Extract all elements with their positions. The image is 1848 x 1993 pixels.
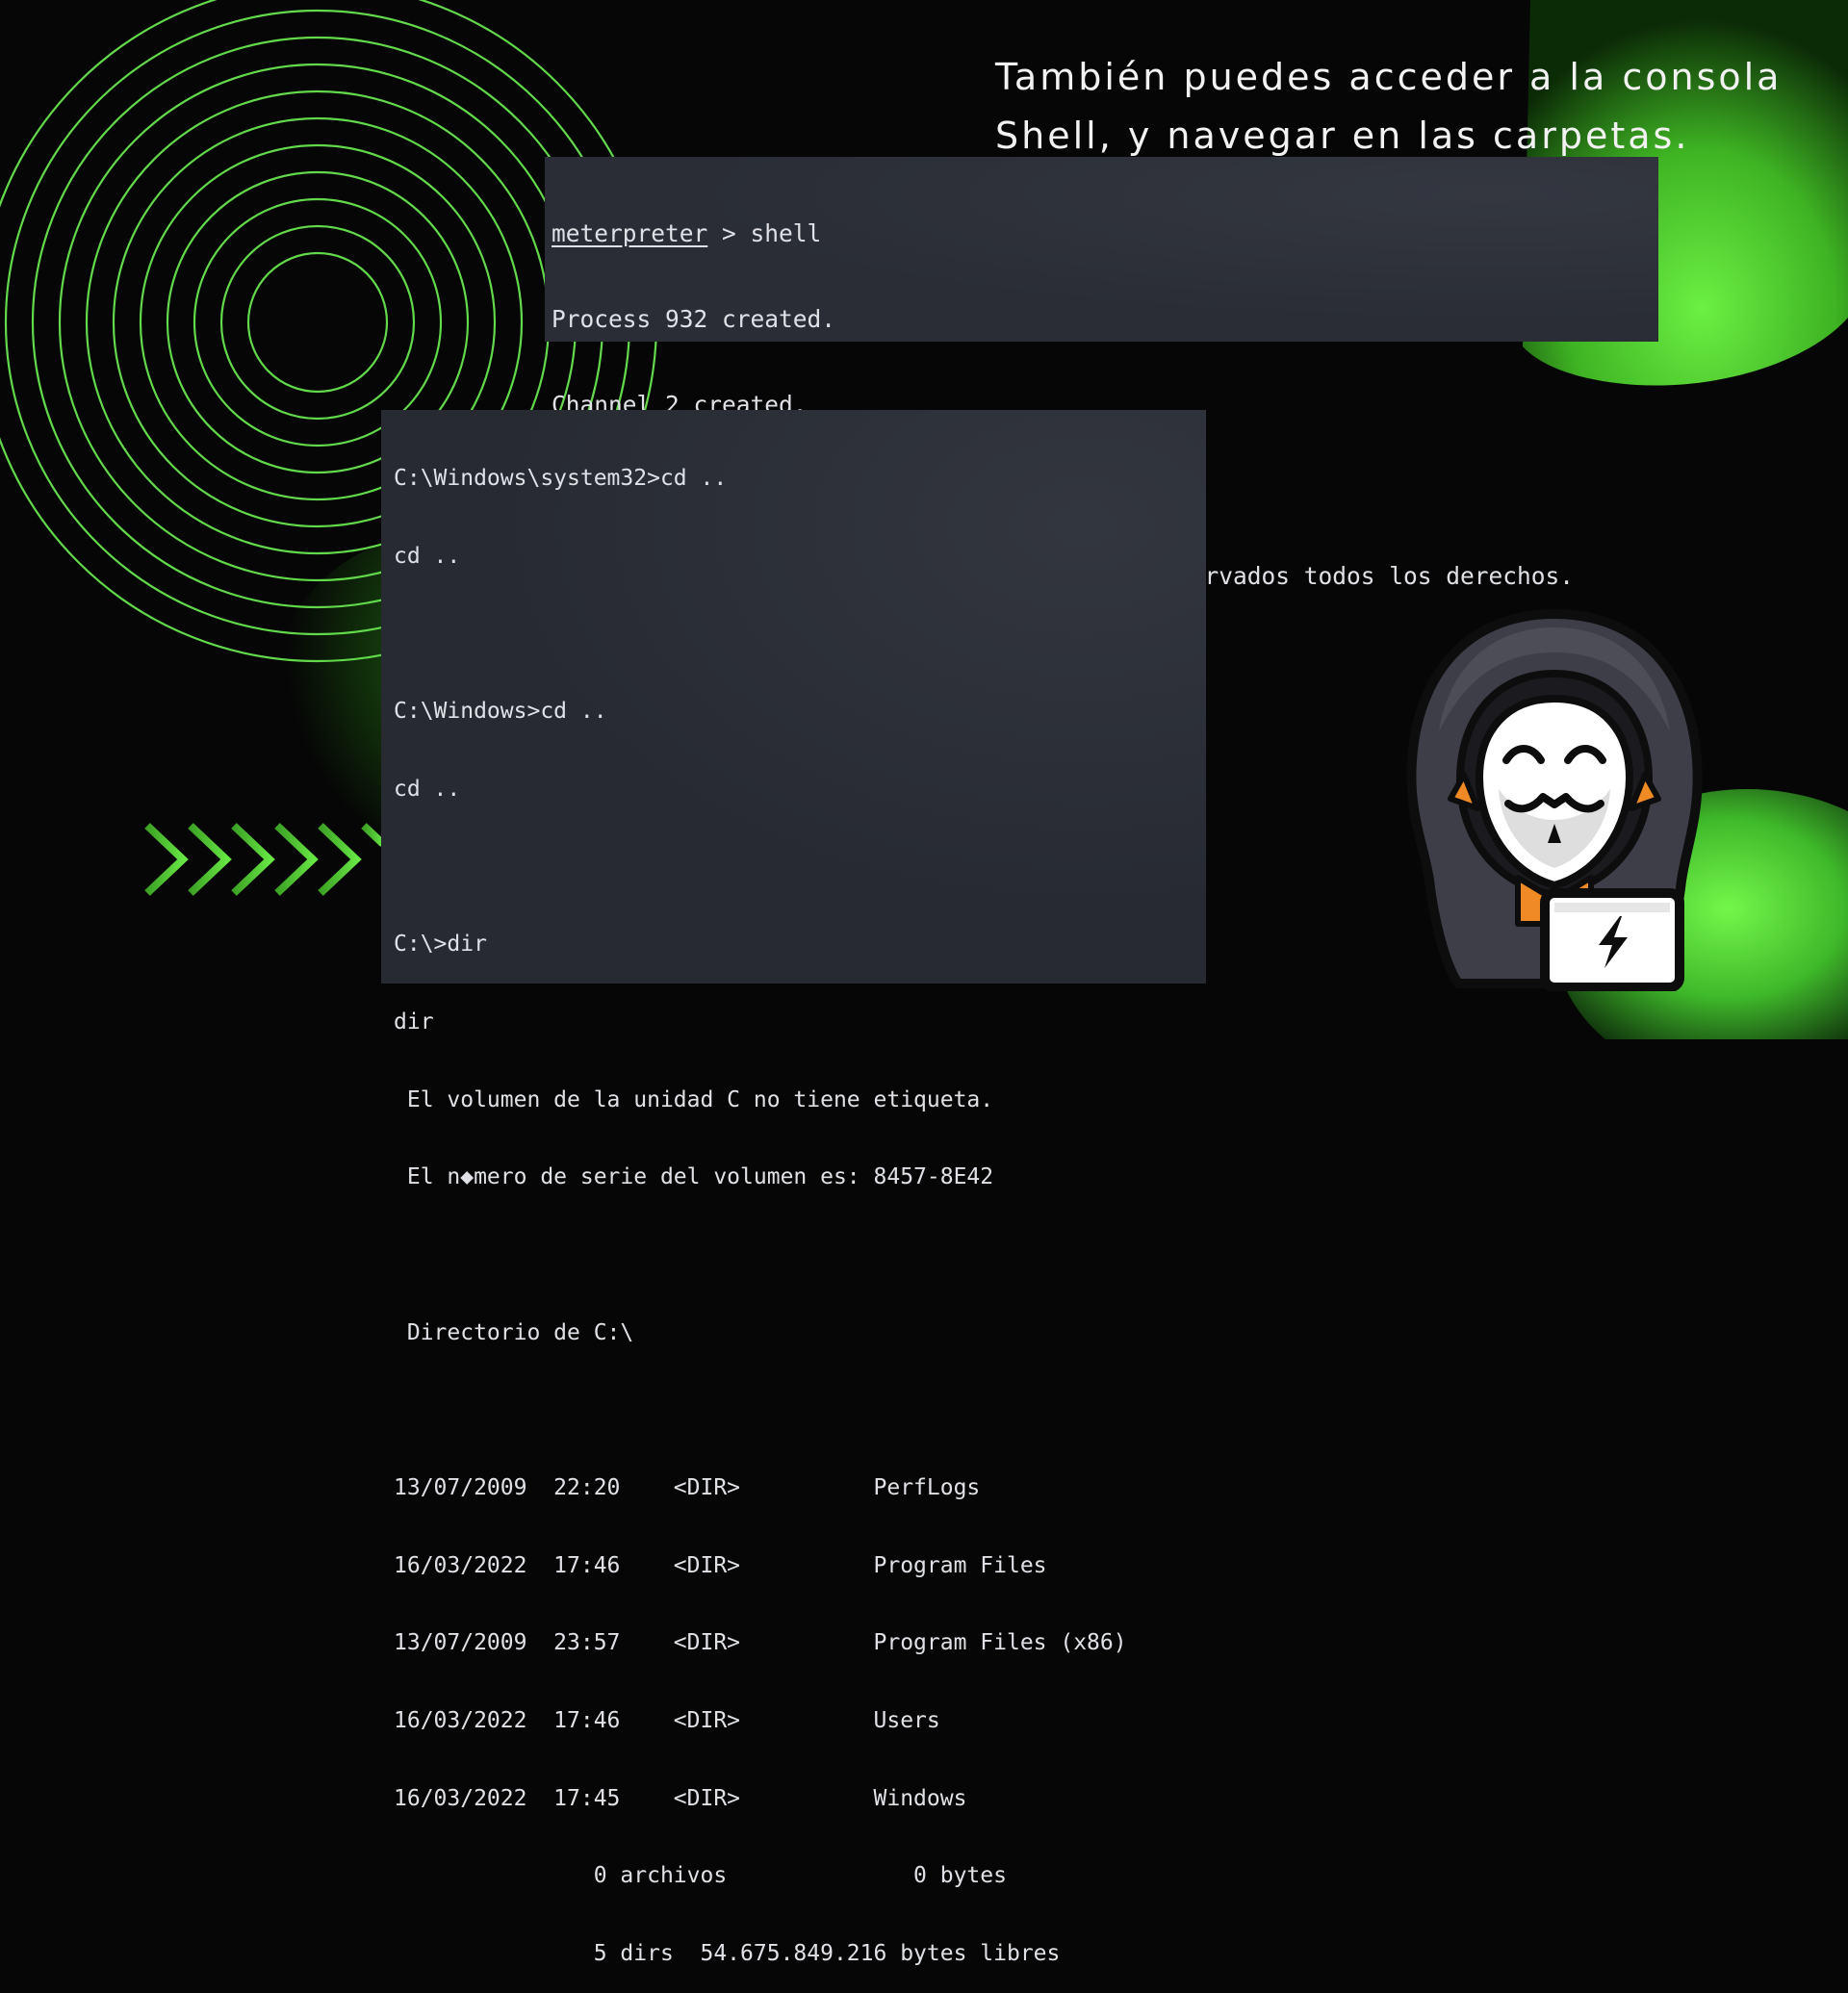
caption-text: También puedes acceder a la consola Shel… [995, 48, 1833, 166]
terminal-windows-dir: C:\Windows\system32>cd .. cd .. C:\Windo… [381, 410, 1206, 1966]
dir-entry: 13/07/2009 23:57 <DIR> Program Files (x8… [394, 1630, 1127, 1656]
meterpreter-command: > shell [707, 219, 822, 247]
dir-entry: 16/03/2022 17:46 <DIR> Program Files [394, 1552, 1047, 1578]
terminal-line: El volumen de la unidad C no tiene etiqu… [394, 1086, 994, 1112]
meterpreter-prompt-word: meterpreter [552, 219, 708, 247]
dir-summary-dirs: 5 dirs 54.675.849.216 bytes libres [394, 1941, 1061, 1967]
terminal-meterpreter-shell: meterpreter > shell Process 932 created.… [545, 157, 1658, 590]
terminal-line: C:\Windows>cd .. [394, 699, 607, 725]
hacker-illustration [1406, 609, 1703, 991]
terminal-line: Directorio de C:\ [394, 1319, 634, 1345]
dir-entry: 16/03/2022 17:46 <DIR> Users [394, 1708, 940, 1733]
terminal-line: dir [394, 1009, 434, 1035]
terminal-line: Process 932 created. [552, 305, 836, 333]
dir-entry: 16/03/2022 17:45 <DIR> Windows [394, 1785, 967, 1811]
terminal-line: C:\>dir [394, 932, 487, 958]
terminal-line: C:\Windows\system32>cd .. [394, 466, 728, 491]
terminal-line: El n◆mero de serie del volumen es: 8457-… [394, 1164, 994, 1190]
meterpreter-prompt-line: meterpreter > shell [552, 218, 1658, 248]
terminal-line: cd .. [394, 776, 461, 802]
terminal-line: cd .. [394, 543, 461, 569]
dir-entry: 13/07/2009 22:20 <DIR> PerfLogs [394, 1474, 981, 1500]
caption-line-1: También puedes acceder a la consola [995, 56, 1783, 98]
dir-summary-files: 0 archivos 0 bytes [394, 1863, 1007, 1889]
